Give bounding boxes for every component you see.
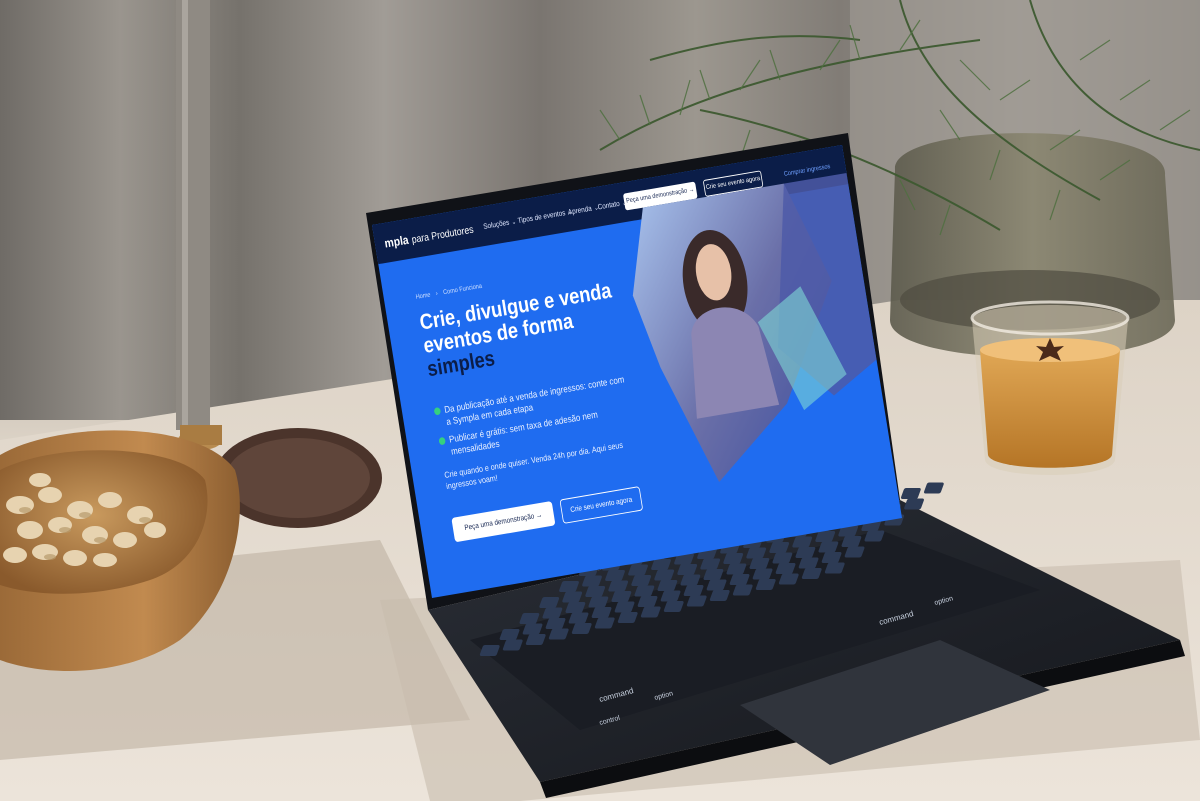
candle (176, 0, 210, 430)
plate-inner (226, 438, 370, 518)
laptop-screen: mplapara Produtores Soluções Tipos de ev… (372, 145, 902, 598)
check-circle-icon (438, 436, 446, 446)
check-circle-icon (433, 406, 442, 416)
tea-liquid (980, 350, 1120, 468)
candle-highlight (182, 0, 188, 430)
chevron-right-icon: › (435, 290, 439, 298)
arrow-right-icon: → (535, 510, 543, 520)
